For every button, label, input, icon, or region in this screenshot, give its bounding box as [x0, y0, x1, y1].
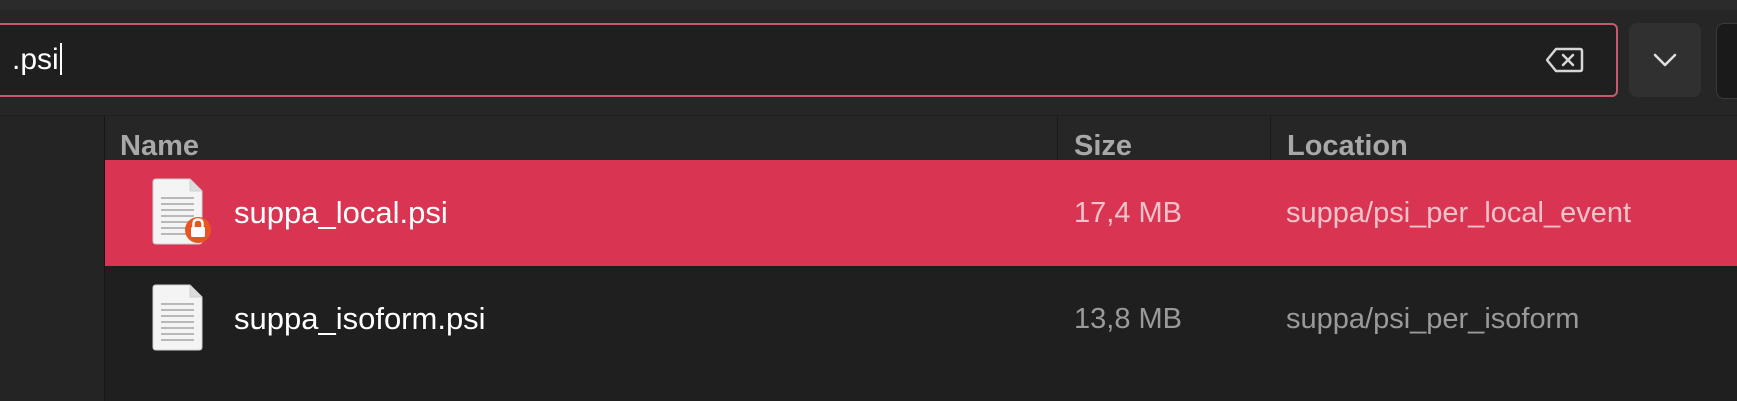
search-input-value: .psi: [12, 43, 59, 76]
edge-button[interactable]: [1716, 23, 1737, 99]
table-row[interactable]: suppa_isoform.psi 13,8 MB suppa/psi_per_…: [105, 266, 1737, 372]
search-bar: .psi: [0, 10, 1737, 115]
table-row[interactable]: suppa_local.psi 17,4 MB suppa/psi_per_lo…: [105, 160, 1737, 266]
chevron-down-icon: [1653, 53, 1677, 67]
lock-icon: [185, 217, 211, 243]
file-name: suppa_local.psi: [234, 195, 448, 230]
file-location: suppa/psi_per_isoform: [1286, 303, 1580, 335]
file-size: 17,4 MB: [1074, 197, 1182, 229]
search-options-dropdown-button[interactable]: [1629, 23, 1701, 97]
search-input[interactable]: .psi: [0, 23, 1618, 97]
text-caret: [59, 43, 62, 76]
file-name: suppa_isoform.psi: [234, 301, 486, 336]
text-file-icon: [150, 178, 212, 248]
file-search-window: .psi Name Size Location suppa_local.psi …: [0, 0, 1737, 401]
clear-search-button[interactable]: [1541, 42, 1589, 78]
sidebar: [0, 116, 105, 401]
file-size: 13,8 MB: [1074, 303, 1182, 335]
file-location: suppa/psi_per_local_event: [1286, 197, 1632, 229]
backspace-clear-icon: [1546, 47, 1584, 73]
results-list: Name Size Location suppa_local.psi 17,4 …: [105, 116, 1737, 401]
text-file-icon: [150, 284, 212, 354]
